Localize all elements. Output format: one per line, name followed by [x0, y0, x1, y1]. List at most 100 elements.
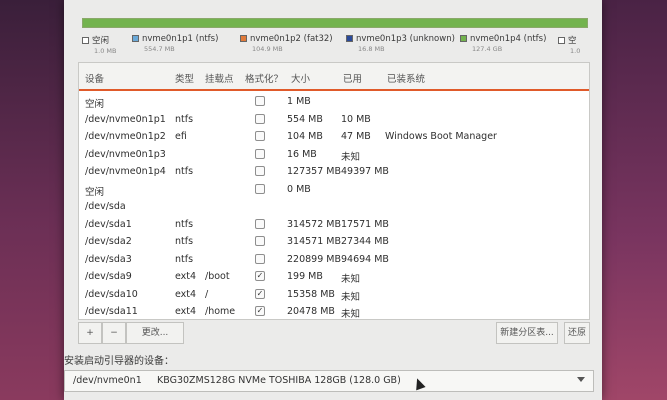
format-checkbox[interactable]	[255, 96, 265, 106]
table-row[interactable]: 空闲 1 MB	[79, 93, 589, 111]
installer-window: 空闲 1.0 MB nvme0n1p1 (ntfs) 554.7 MB nvme…	[64, 0, 602, 400]
cell-used: 49397 MB	[341, 166, 389, 177]
chevron-down-icon	[577, 377, 585, 382]
cell-device: 空闲	[85, 99, 105, 110]
legend-swatch	[346, 35, 353, 42]
cell-type: ext4	[175, 288, 197, 300]
format-checkbox[interactable]	[255, 113, 265, 124]
format-checkbox[interactable]: ✓	[255, 306, 265, 316]
cell-type: ext4	[175, 271, 197, 282]
table-row[interactable]: /dev/sda	[79, 198, 589, 216]
table-row[interactable]: /dev/nvme0n1p2 efi 104 MB 47 MB Windows Boot…	[79, 128, 589, 146]
table-row[interactable]: 空闲 0 MB	[79, 181, 589, 199]
cell-size: 0 MB	[287, 183, 311, 195]
cell-mount: /	[205, 288, 209, 300]
cell-size: 314572 MB	[287, 218, 341, 230]
format-checkbox[interactable]	[255, 148, 265, 159]
cell-size: 554 MB	[287, 113, 323, 125]
table-row[interactable]: /dev/nvme0n1p3 16 MB 未知	[79, 146, 589, 164]
format-checkbox[interactable]	[255, 236, 265, 246]
partition-toolbar: + − 更改... 新建分区表... 还原	[78, 322, 590, 346]
cell-type: ntfs	[175, 236, 194, 247]
cell-mount: /home	[205, 306, 236, 317]
cell-device: /dev/nvme0n1p3	[85, 148, 166, 160]
cell-used: 17571 MB	[341, 218, 389, 230]
format-checkbox[interactable]: ✓	[255, 271, 265, 281]
col-used[interactable]: 已用	[343, 71, 362, 85]
table-row[interactable]: /dev/sda2 ntfs 314571 MB 27344 MB	[79, 233, 589, 251]
col-device[interactable]: 设备	[85, 71, 104, 85]
format-checkbox[interactable]	[255, 166, 265, 176]
legend-item: 空 1.0	[558, 34, 580, 55]
format-checkbox[interactable]: ✓	[255, 288, 265, 299]
cell-used: 未知	[341, 274, 361, 285]
table-header: 设备 类型 挂载点 格式化？ 大小 已用 已装系统	[79, 63, 589, 91]
legend-item: nvme0n1p1 (ntfs) 554.7 MB	[132, 34, 218, 53]
add-partition-button[interactable]: +	[78, 322, 102, 344]
cell-size: 104 MB	[287, 131, 323, 142]
cell-device: /dev/nvme0n1p4	[85, 166, 166, 177]
bootloader-device-select[interactable]: /dev/nvme0n1 KBG30ZMS128G NVMe TOSHIBA 1…	[64, 370, 594, 392]
cell-used: 未知	[341, 151, 361, 163]
cell-type: ntfs	[175, 253, 194, 265]
col-format[interactable]: 格式化？	[245, 71, 283, 85]
cell-device: /dev/sda	[85, 201, 126, 212]
table-row[interactable]: /dev/sda10 ext4 / 15358 MB 未知 ✓	[79, 286, 589, 304]
format-checkbox[interactable]	[255, 131, 265, 141]
cell-device: /dev/sda11	[85, 306, 138, 317]
legend-swatch	[132, 35, 139, 42]
legend-item: nvme0n1p2 (fat32) 104.9 MB	[240, 34, 333, 53]
legend-swatch	[460, 35, 467, 42]
cell-size: 16 MB	[287, 148, 317, 160]
cell-size: 15358 MB	[287, 288, 335, 300]
cell-size: 199 MB	[287, 271, 323, 282]
legend-swatch	[558, 37, 565, 44]
cell-type: ntfs	[175, 166, 194, 177]
cell-system: Windows Boot Manager	[385, 131, 497, 142]
remove-partition-button[interactable]: −	[102, 322, 126, 344]
cell-device: /dev/sda3	[85, 253, 132, 265]
partition-table: 设备 类型 挂载点 格式化？ 大小 已用 已装系统 空闲 1 MB/dev/nvm…	[78, 62, 590, 320]
cell-used: 94694 MB	[341, 253, 389, 265]
cell-size: 127357 MB	[287, 166, 341, 177]
bootloader-model: KBG30ZMS128G NVMe TOSHIBA 128GB (128.0 G…	[157, 375, 401, 386]
legend-swatch	[82, 37, 89, 44]
bootloader-device: /dev/nvme0n1	[73, 375, 142, 386]
bootloader-label: 安装启动引导器的设备：	[64, 356, 174, 367]
cell-type: ext4	[175, 306, 197, 317]
col-mount[interactable]: 挂载点	[205, 71, 234, 85]
legend-swatch	[240, 35, 247, 42]
legend-item: nvme0n1p4 (ntfs) 127.4 GB	[460, 34, 546, 53]
cell-type: efi	[175, 131, 187, 142]
format-checkbox[interactable]	[255, 253, 265, 264]
cell-device: /dev/sda1	[85, 218, 132, 230]
table-row[interactable]: /dev/sda9 ext4/boot 199 MB 未知 ✓	[79, 268, 589, 286]
format-checkbox[interactable]	[255, 183, 265, 194]
col-system[interactable]: 已装系统	[387, 71, 425, 85]
cell-device: /dev/sda9	[85, 271, 132, 282]
new-partition-table-button[interactable]: 新建分区表...	[496, 322, 558, 344]
legend-size: 1.0 MB	[94, 47, 117, 55]
change-partition-button[interactable]: 更改...	[126, 322, 184, 344]
cell-used: 10 MB	[341, 113, 371, 125]
table-row[interactable]: /dev/sda11 ext4/home 20478 MB 未知 ✓	[79, 303, 589, 321]
cell-device: /dev/nvme0n1p1	[85, 113, 166, 125]
format-checkbox[interactable]	[255, 218, 265, 229]
col-size[interactable]: 大小	[291, 71, 310, 85]
legend-item: nvme0n1p3 (unknown) 16.8 MB	[346, 34, 455, 53]
table-row[interactable]: /dev/nvme0n1p4 ntfs 127357 MB 49397 MB	[79, 163, 589, 181]
partition-legend: 空闲 1.0 MB nvme0n1p1 (ntfs) 554.7 MB nvme…	[80, 34, 590, 62]
legend-size: 554.7 MB	[144, 45, 175, 53]
table-row[interactable]: /dev/sda1 ntfs 314572 MB 17571 MB	[79, 216, 589, 234]
col-type[interactable]: 类型	[175, 71, 194, 85]
legend-size: 16.8 MB	[358, 45, 385, 53]
cell-type: ntfs	[175, 218, 194, 230]
revert-button[interactable]: 还原	[564, 322, 590, 344]
cell-device: /dev/sda10	[85, 288, 138, 300]
cell-device: 空闲	[85, 186, 105, 198]
table-row[interactable]: /dev/nvme0n1p1 ntfs 554 MB 10 MB	[79, 111, 589, 129]
legend-size: 104.9 MB	[252, 45, 283, 53]
table-row[interactable]: /dev/sda3 ntfs 220899 MB 94694 MB	[79, 251, 589, 269]
cell-size: 20478 MB	[287, 306, 335, 317]
desktop-background-right	[597, 0, 667, 400]
